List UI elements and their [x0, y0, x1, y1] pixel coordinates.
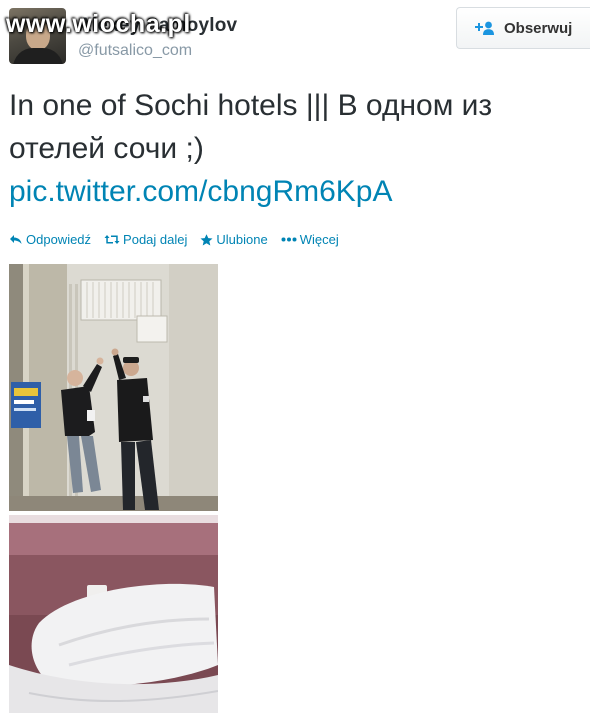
- tweet-photo-bed[interactable]: [9, 515, 218, 713]
- follow-button[interactable]: Obserwuj: [456, 7, 590, 49]
- tweet-photo-radiator[interactable]: [9, 264, 218, 511]
- more-dots-icon: [281, 237, 297, 242]
- favorite-button[interactable]: Ulubione: [200, 232, 268, 247]
- star-icon: [200, 233, 213, 246]
- radiator-photo-illustration: [9, 264, 218, 511]
- retweet-button[interactable]: Podaj dalej: [104, 232, 187, 247]
- tweet-actions: Odpowiedź Podaj dalej Ulubione Więcej: [9, 232, 352, 247]
- follow-label: Obserwuj: [504, 19, 573, 37]
- tweet-text: In one of Sochi hotels ||| В одном из от…: [9, 89, 493, 165]
- tweet-header: Alexey Samoylov @futsalico_com www.wioch…: [0, 0, 590, 72]
- add-user-icon: [475, 21, 495, 35]
- avatar-shoulders: [13, 48, 63, 64]
- more-label: Więcej: [299, 232, 339, 247]
- retweet-label: Podaj dalej: [123, 232, 188, 247]
- retweet-icon: [104, 234, 120, 245]
- tweet-link[interactable]: pic.twitter.com/cbngRm6KpA: [9, 170, 579, 213]
- reply-label: Odpowiedź: [26, 232, 92, 247]
- bed-photo-illustration: [9, 515, 218, 713]
- favorite-label: Ulubione: [216, 232, 268, 247]
- user-handle[interactable]: @futsalico_com: [78, 42, 192, 60]
- tweet-body: In one of Sochi hotels ||| В одном из от…: [9, 84, 579, 213]
- watermark: www.wiocha.pl: [6, 10, 191, 38]
- reply-button[interactable]: Odpowiedź: [9, 232, 91, 247]
- reply-icon: [9, 234, 23, 245]
- more-button[interactable]: Więcej: [281, 232, 339, 247]
